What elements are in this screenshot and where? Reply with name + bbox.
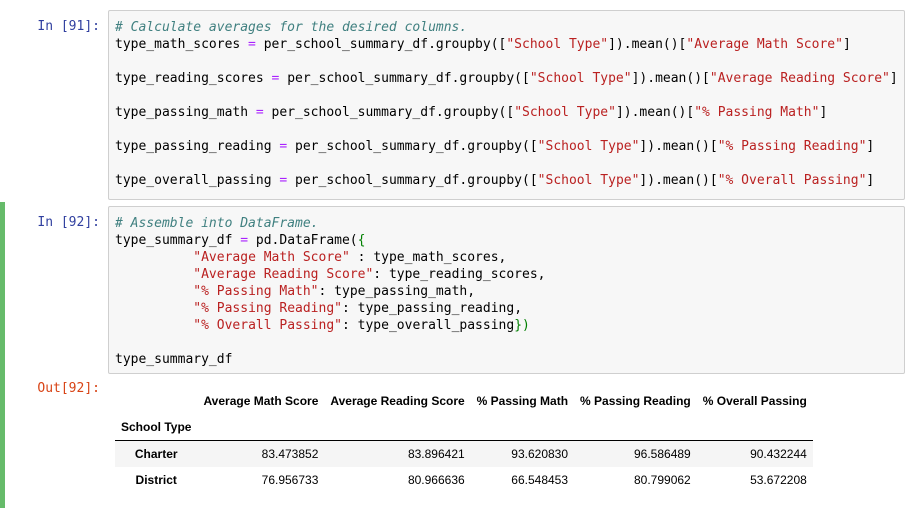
code-line: type_math_scores = per_school_summary_df… (115, 37, 851, 52)
code-line: # Calculate averages for the desired col… (115, 20, 468, 35)
column-header: % Passing Reading (580, 394, 691, 408)
index-header-blank (115, 388, 197, 414)
table-cell: 83.896421 (407, 447, 465, 461)
code-line: "% Passing Reading": type_passing_readin… (193, 301, 523, 316)
code-line: type_passing_reading = per_school_summar… (115, 139, 875, 154)
column-header: Average Math Score (203, 394, 319, 408)
row-index: District (135, 473, 177, 487)
column-header: Average Reading Score (330, 394, 465, 408)
index-name-row: School Type (115, 414, 813, 441)
index-name: School Type (121, 420, 192, 434)
table-cell: 53.672208 (750, 473, 807, 487)
code-line: "% Passing Math": type_passing_math, (193, 284, 476, 299)
code-cell-91[interactable]: In [91]: # Calculate averages for the de… (0, 10, 905, 200)
code-editor[interactable]: # Calculate averages for the desired col… (108, 10, 905, 200)
row-index: Charter (134, 447, 178, 461)
table-cell: 83.473852 (261, 447, 319, 461)
code-editor[interactable]: # Assemble into DataFrame. type_summary_… (108, 206, 905, 374)
code-line: # Assemble into DataFrame. (115, 216, 319, 231)
code-line: "Average Reading Score": type_reading_sc… (193, 267, 546, 282)
code-line: type_passing_math = per_school_summary_d… (115, 105, 828, 120)
code-line: "% Overall Passing": type_overall_passin… (193, 318, 530, 333)
code-line: type_overall_passing = per_school_summar… (115, 173, 875, 188)
table-cell: 76.956733 (261, 473, 319, 487)
code-line: "Average Math Score" : type_math_scores, (193, 250, 507, 265)
table-row: Charter 83.473852 83.896421 93.620830 96… (115, 440, 813, 467)
column-header-row: Average Math Score Average Reading Score… (115, 388, 813, 414)
input-prompt: In [92]: (37, 215, 100, 230)
table-cell: 80.966636 (407, 473, 465, 487)
code-line: type_reading_scores = per_school_summary… (115, 71, 898, 86)
table-cell: 93.620830 (511, 447, 569, 461)
table-row: District 76.956733 80.966636 66.548453 8… (115, 467, 813, 493)
column-header: % Passing Math (476, 394, 569, 408)
code-line: type_summary_df = pd.DataFrame({ (115, 233, 366, 248)
output-prompt: Out[92]: (37, 381, 100, 396)
dataframe-table: Average Math Score Average Reading Score… (115, 388, 813, 493)
code-cell-92[interactable]: In [92]: # Assemble into DataFrame. type… (0, 202, 905, 508)
table-cell: 90.432244 (750, 447, 807, 461)
table-cell: 96.586489 (634, 447, 691, 461)
table-cell: 80.799062 (634, 473, 691, 487)
code-line: type_summary_df (115, 352, 233, 367)
table-cell: 66.548453 (511, 473, 569, 487)
column-header: % Overall Passing (702, 394, 807, 408)
input-prompt: In [91]: (37, 19, 100, 34)
